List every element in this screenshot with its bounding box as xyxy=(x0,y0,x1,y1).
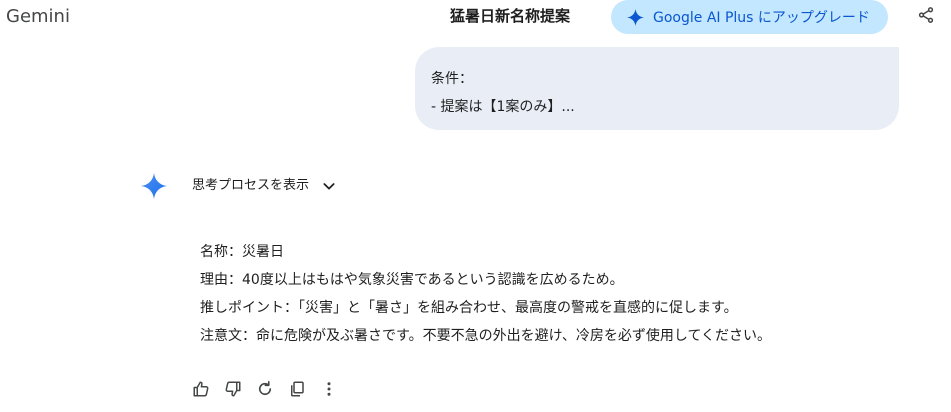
share-icon[interactable] xyxy=(917,6,935,24)
regenerate-icon[interactable] xyxy=(256,380,274,398)
response-line: 推しポイント：「災害」と「暑さ」を組み合わせ、最高度の警戒を直感的に促します。 xyxy=(200,300,738,316)
chevron-down-icon xyxy=(321,178,337,194)
sparkle-icon xyxy=(627,8,644,26)
response-actions xyxy=(192,380,352,398)
response-line: 名称：災暑日 xyxy=(200,244,284,260)
thumbs-down-icon[interactable] xyxy=(224,380,242,398)
response-line: 注意文：命に危険が及ぶ暑さです。不要不急の外出を避け、冷房を必ず使用してください… xyxy=(200,328,772,344)
app-title: Gemini xyxy=(6,6,70,27)
upgrade-button-label: Google AI Plus にアップグレード xyxy=(653,10,870,26)
show-thinking-label: 思考プロセスを表示 xyxy=(192,178,310,193)
thumbs-up-icon[interactable] xyxy=(192,380,210,398)
more-vertical-icon[interactable] xyxy=(320,380,338,398)
response-line: 理由：40度以上はもはや気象災害であるという認識を広めるため。 xyxy=(200,272,624,288)
gemini-spark-icon xyxy=(141,173,167,199)
user-message-bubble: 条件： - 提案は【1案のみ】... xyxy=(415,47,899,130)
show-thinking-toggle[interactable]: 思考プロセスを表示 xyxy=(192,176,337,196)
user-message-line: 条件： xyxy=(431,71,473,87)
chat-title: 猛暑日新名称提案 xyxy=(450,7,571,25)
copy-icon[interactable] xyxy=(288,380,306,398)
model-response: 名称：災暑日 理由：40度以上はもはや気象災害であるという認識を広めるため。 推… xyxy=(200,238,771,350)
user-message-line: - 提案は【1案のみ】... xyxy=(431,99,575,115)
upgrade-button[interactable]: Google AI Plus にアップグレード xyxy=(611,0,888,34)
